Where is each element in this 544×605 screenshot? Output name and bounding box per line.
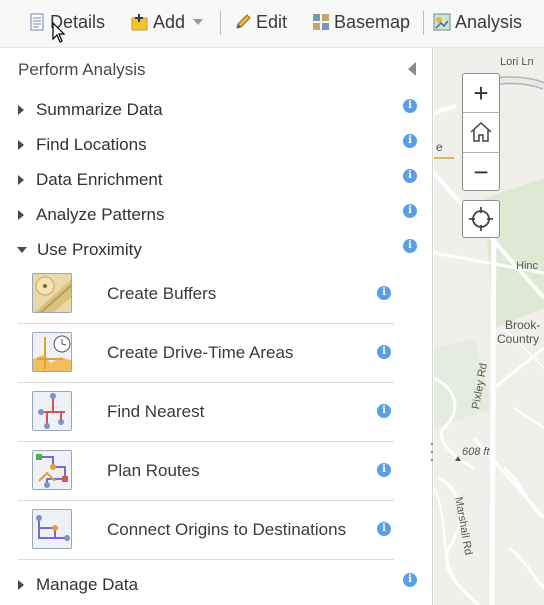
analysis-map-icon: [433, 13, 451, 31]
chevron-right-icon: [18, 140, 24, 150]
home-button[interactable]: [463, 113, 499, 151]
analysis-panel: Perform Analysis Summarize Data i Find L…: [0, 48, 433, 605]
toolbar-divider: [220, 11, 221, 35]
info-icon[interactable]: i: [403, 573, 417, 587]
locate-button[interactable]: [462, 200, 500, 238]
category-label: Manage Data: [36, 575, 139, 594]
basemap-button[interactable]: Basemap: [312, 8, 410, 36]
category-data-enrichment[interactable]: Data Enrichment: [16, 167, 421, 193]
chevron-right-icon: [18, 210, 24, 220]
details-button[interactable]: Details: [28, 8, 105, 36]
info-icon[interactable]: i: [403, 239, 417, 253]
tool-plan-routes[interactable]: Plan Routes i: [18, 443, 394, 501]
info-icon[interactable]: i: [403, 99, 417, 113]
tool-label: Find Nearest: [107, 402, 205, 421]
map-street-label: Lori Ln: [500, 56, 534, 68]
locate-crosshair-icon: [469, 207, 493, 231]
tool-label: Create Drive-Time Areas: [107, 343, 294, 362]
mouse-cursor-icon: [52, 21, 66, 49]
chevron-down-icon: [193, 19, 204, 25]
toolbar-divider: [423, 11, 424, 35]
basemap-label: Basemap: [334, 11, 411, 32]
add-button[interactable]: Add: [131, 8, 204, 36]
info-icon[interactable]: i: [377, 522, 391, 536]
tool-label: Connect Origins to Destinations: [107, 520, 347, 539]
collapse-panel-icon[interactable]: [408, 62, 416, 76]
tool-create-drive-time-areas[interactable]: Create Drive-Time Areas i: [18, 325, 394, 383]
elevation-marker-icon: [455, 456, 461, 461]
tool-find-nearest[interactable]: Find Nearest i: [18, 384, 394, 442]
edit-label: Edit: [256, 11, 288, 32]
info-icon[interactable]: i: [377, 286, 391, 300]
panel-title: Perform Analysis: [18, 60, 146, 79]
category-label: Summarize Data: [36, 100, 163, 119]
create-buffers-icon: [32, 273, 72, 313]
category-summarize-data[interactable]: Summarize Data: [16, 97, 421, 123]
info-icon[interactable]: i: [377, 404, 391, 418]
category-analyze-patterns[interactable]: Analyze Patterns: [16, 202, 421, 228]
tool-label: Plan Routes: [107, 461, 200, 480]
map-street-label: e: [436, 140, 443, 154]
category-use-proximity[interactable]: Use Proximity: [16, 237, 421, 263]
home-icon: [470, 121, 492, 142]
tool-label: Create Buffers: [107, 284, 217, 303]
plus-icon: +: [473, 78, 489, 108]
category-manage-data[interactable]: Manage Data: [16, 572, 421, 598]
zoom-in-button[interactable]: +: [463, 74, 499, 112]
chevron-right-icon: [18, 105, 24, 115]
zoom-out-button[interactable]: −: [463, 153, 499, 191]
zoom-controls: + −: [462, 73, 500, 191]
tool-create-buffers[interactable]: Create Buffers i: [18, 266, 394, 324]
map-place-label: Country: [497, 332, 540, 346]
chevron-down-icon: [17, 247, 27, 253]
details-icon: [28, 13, 46, 31]
map-street-label: Hinc: [516, 260, 539, 272]
minus-icon: −: [473, 157, 489, 187]
drive-time-clock-icon: [32, 332, 72, 372]
basemap-grid-icon: [312, 13, 330, 31]
map-elevation-label: 608 ft: [462, 446, 490, 458]
category-find-locations[interactable]: Find Locations: [16, 132, 421, 158]
info-icon[interactable]: i: [403, 204, 417, 218]
category-label: Use Proximity: [37, 240, 142, 259]
toolbar: Details Add Edit Basemap Analysis: [0, 0, 544, 48]
map-place-label: Brook-: [505, 318, 541, 332]
info-icon[interactable]: i: [403, 134, 417, 148]
plan-routes-icon: [32, 450, 72, 490]
chevron-right-icon: [18, 175, 24, 185]
find-nearest-icon: [32, 391, 72, 431]
category-label: Find Locations: [36, 135, 147, 154]
analysis-button[interactable]: Analysis: [433, 8, 522, 36]
add-icon: [131, 13, 149, 31]
info-icon[interactable]: i: [377, 345, 391, 359]
tool-connect-origins-to-destinations[interactable]: Connect Origins to Destinations i: [18, 502, 394, 560]
analysis-label: Analysis: [455, 11, 523, 32]
pencil-icon: [234, 13, 252, 31]
category-label: Analyze Patterns: [36, 205, 165, 224]
connect-origins-icon: [32, 509, 72, 549]
chevron-right-icon: [18, 580, 24, 590]
edit-button[interactable]: Edit: [234, 8, 287, 36]
category-label: Data Enrichment: [36, 170, 163, 189]
add-label: Add: [153, 11, 186, 32]
info-icon[interactable]: i: [377, 463, 391, 477]
info-icon[interactable]: i: [403, 169, 417, 183]
